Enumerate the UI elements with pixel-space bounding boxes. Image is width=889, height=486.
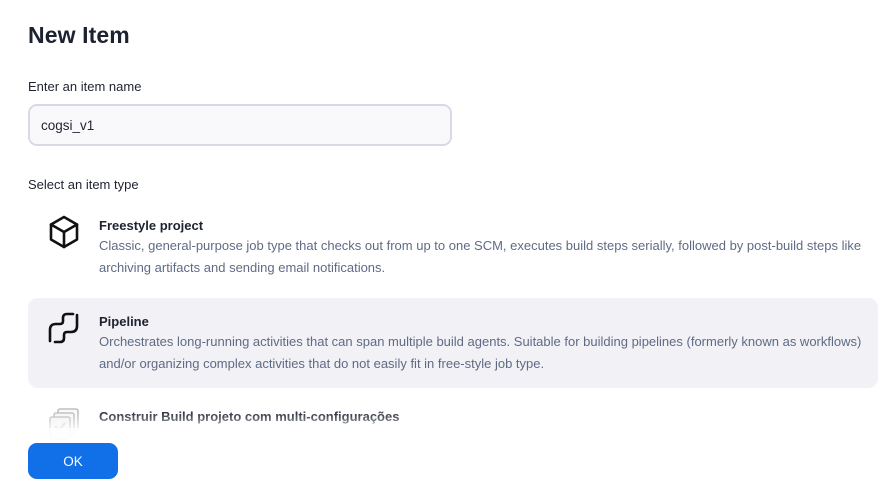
item-type-pipeline[interactable]: Pipeline Orchestrates long-running activ… [28, 298, 878, 388]
ok-button[interactable]: OK [28, 443, 118, 479]
pipeline-icon [46, 310, 82, 346]
item-type-description: Orchestrates long-running activities tha… [99, 334, 862, 371]
page-title: New Item [28, 22, 130, 48]
item-type-description: Classic, general-purpose job type that c… [99, 238, 862, 275]
footer-bar [0, 428, 889, 486]
item-type-name: Freestyle project [99, 218, 204, 233]
cube-icon [46, 214, 82, 250]
item-type-freestyle[interactable]: Freestyle project Classic, general-purpo… [28, 202, 878, 290]
item-name-label: Enter an item name [28, 79, 142, 94]
item-type-name: Pipeline [99, 314, 149, 329]
new-item-page: New Item Enter an item name Select an it… [0, 0, 889, 486]
item-type-name: Construir Build projeto com multi-config… [99, 409, 400, 424]
item-name-input[interactable] [28, 104, 452, 146]
item-type-label: Select an item type [28, 177, 139, 192]
